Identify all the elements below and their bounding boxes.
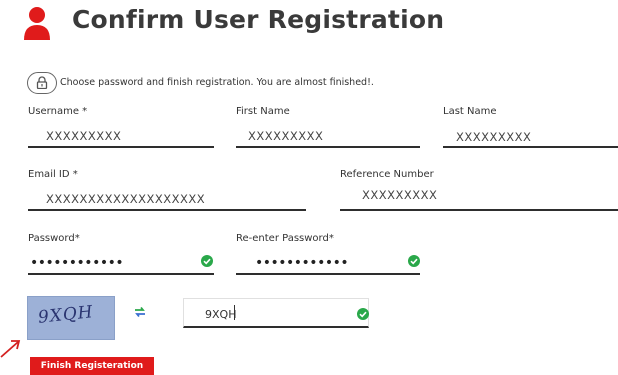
username-underline [28, 146, 214, 148]
text-cursor [234, 305, 235, 320]
check-circle-icon [201, 255, 213, 267]
check-circle-icon [357, 308, 369, 320]
first-name-label: First Name [236, 106, 290, 117]
first-name-underline [236, 146, 420, 148]
last-name-underline [443, 146, 618, 148]
email-label: Email ID * [28, 169, 78, 180]
user-icon [22, 6, 52, 42]
captcha-image-text: 9XQH [37, 302, 95, 328]
email-underline [28, 209, 306, 211]
finish-registration-button[interactable]: Finish Registeration [30, 357, 154, 375]
first-name-field[interactable]: XXXXXXXXX [248, 129, 323, 143]
username-label: Username * [28, 106, 88, 117]
username-field[interactable]: XXXXXXXXX [46, 129, 121, 143]
reference-number-underline [340, 209, 618, 211]
reenter-password-field[interactable]: •••••••••••• [255, 256, 349, 270]
password-field[interactable]: •••••••••••• [30, 256, 124, 270]
page-title: Confirm User Registration [72, 5, 445, 34]
check-circle-icon [408, 255, 420, 267]
lock-icon [27, 72, 57, 94]
arrow-icon [0, 338, 22, 358]
reenter-password-label: Re-enter Password* [236, 233, 334, 244]
email-field[interactable]: XXXXXXXXXXXXXXXXXXX [46, 192, 205, 206]
reference-number-label: Reference Number [340, 169, 434, 180]
reenter-password-underline [236, 273, 420, 275]
captcha-input-value: 9XQH [205, 308, 237, 321]
password-label: Password* [28, 233, 80, 244]
reference-number-field[interactable]: XXXXXXXXX [362, 188, 437, 202]
last-name-label: Last Name [443, 106, 497, 117]
refresh-icon[interactable] [133, 304, 147, 318]
captcha-image: 9XQH [27, 296, 115, 340]
last-name-field[interactable]: XXXXXXXXX [456, 130, 531, 144]
password-underline [28, 273, 214, 275]
info-message: Choose password and finish registration.… [60, 77, 374, 88]
